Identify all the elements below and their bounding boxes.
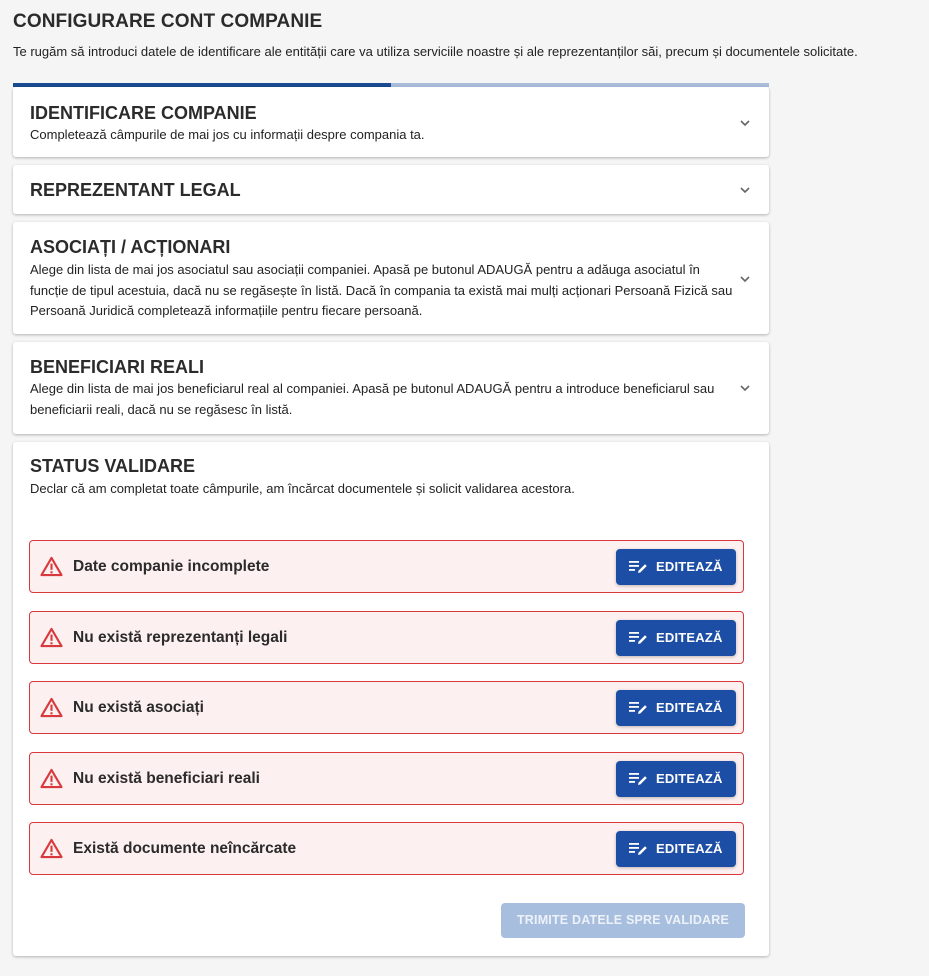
section-beneficiari-reali[interactable]: BENEFICIARI REALI Alege din lista de mai… <box>13 342 769 434</box>
edit-button-label: EDITEAZĂ <box>656 630 723 645</box>
status-item-beneficiari: Nu există beneficiari reali EDITEAZĂ <box>29 752 744 805</box>
edit-button[interactable]: EDITEAZĂ <box>616 620 736 656</box>
status-text: Date companie incomplete <box>73 558 270 575</box>
section-title: BENEFICIARI REALI <box>30 357 205 377</box>
warning-icon <box>40 838 63 859</box>
edit-icon <box>629 773 647 785</box>
section-title: ASOCIAȚI / ACȚIONARI <box>30 237 231 257</box>
page-subtitle: Te rugăm să introduci datele de identifi… <box>13 44 858 59</box>
section-asociati-actionari[interactable]: ASOCIAȚI / ACȚIONARI Alege din lista de … <box>13 222 769 334</box>
section-status-validare: STATUS VALIDARE Declar că am completat t… <box>13 442 769 956</box>
warning-icon <box>40 556 63 577</box>
section-reprezentant-legal[interactable]: REPREZENTANT LEGAL <box>13 165 769 214</box>
edit-icon <box>629 632 647 644</box>
warning-icon <box>40 697 63 718</box>
status-text: Nu există reprezentanți legali <box>73 629 288 646</box>
edit-icon <box>629 702 647 714</box>
edit-button[interactable]: EDITEAZĂ <box>616 549 736 585</box>
edit-icon <box>629 561 647 573</box>
status-text: Nu există asociați <box>73 699 204 716</box>
chevron-down-icon[interactable] <box>738 116 752 130</box>
edit-button-label: EDITEAZĂ <box>656 700 723 715</box>
warning-icon <box>40 627 63 648</box>
edit-button-label: EDITEAZĂ <box>656 841 723 856</box>
edit-button-label: EDITEAZĂ <box>656 771 723 786</box>
section-description: Alege din lista de mai jos asociatul sau… <box>30 262 733 318</box>
chevron-down-icon[interactable] <box>738 381 752 395</box>
warning-icon <box>40 768 63 789</box>
section-title: STATUS VALIDARE <box>30 456 195 476</box>
edit-button[interactable]: EDITEAZĂ <box>616 831 736 867</box>
edit-icon <box>629 843 647 855</box>
section-description: Declar că am completat toate câmpurile, … <box>30 481 575 496</box>
submit-validation-button[interactable]: TRIMITE DATELE SPRE VALIDARE <box>501 903 745 938</box>
section-title: IDENTIFICARE COMPANIE <box>30 103 257 123</box>
status-item-asociati: Nu există asociați EDITEAZĂ <box>29 681 744 734</box>
section-identificare-companie[interactable]: IDENTIFICARE COMPANIE Completează câmpur… <box>13 87 769 157</box>
status-item-date-companie: Date companie incomplete EDITEAZĂ <box>29 540 744 593</box>
chevron-down-icon[interactable] <box>738 272 752 286</box>
status-text: Nu există beneficiari reali <box>73 770 260 787</box>
chevron-down-icon[interactable] <box>738 183 752 197</box>
edit-button[interactable]: EDITEAZĂ <box>616 690 736 726</box>
edit-button-label: EDITEAZĂ <box>656 559 723 574</box>
status-item-documente: Există documente neîncărcate EDITEAZĂ <box>29 822 744 875</box>
section-title: REPREZENTANT LEGAL <box>30 180 241 200</box>
section-description: Alege din lista de mai jos beneficiarul … <box>30 381 715 417</box>
status-item-reprezentanti: Nu există reprezentanți legali EDITEAZĂ <box>29 611 744 664</box>
status-text: Există documente neîncărcate <box>73 840 297 857</box>
page-title: CONFIGURARE CONT COMPANIE <box>13 11 323 32</box>
section-description: Completează câmpurile de mai jos cu info… <box>30 127 425 142</box>
edit-button[interactable]: EDITEAZĂ <box>616 761 736 797</box>
